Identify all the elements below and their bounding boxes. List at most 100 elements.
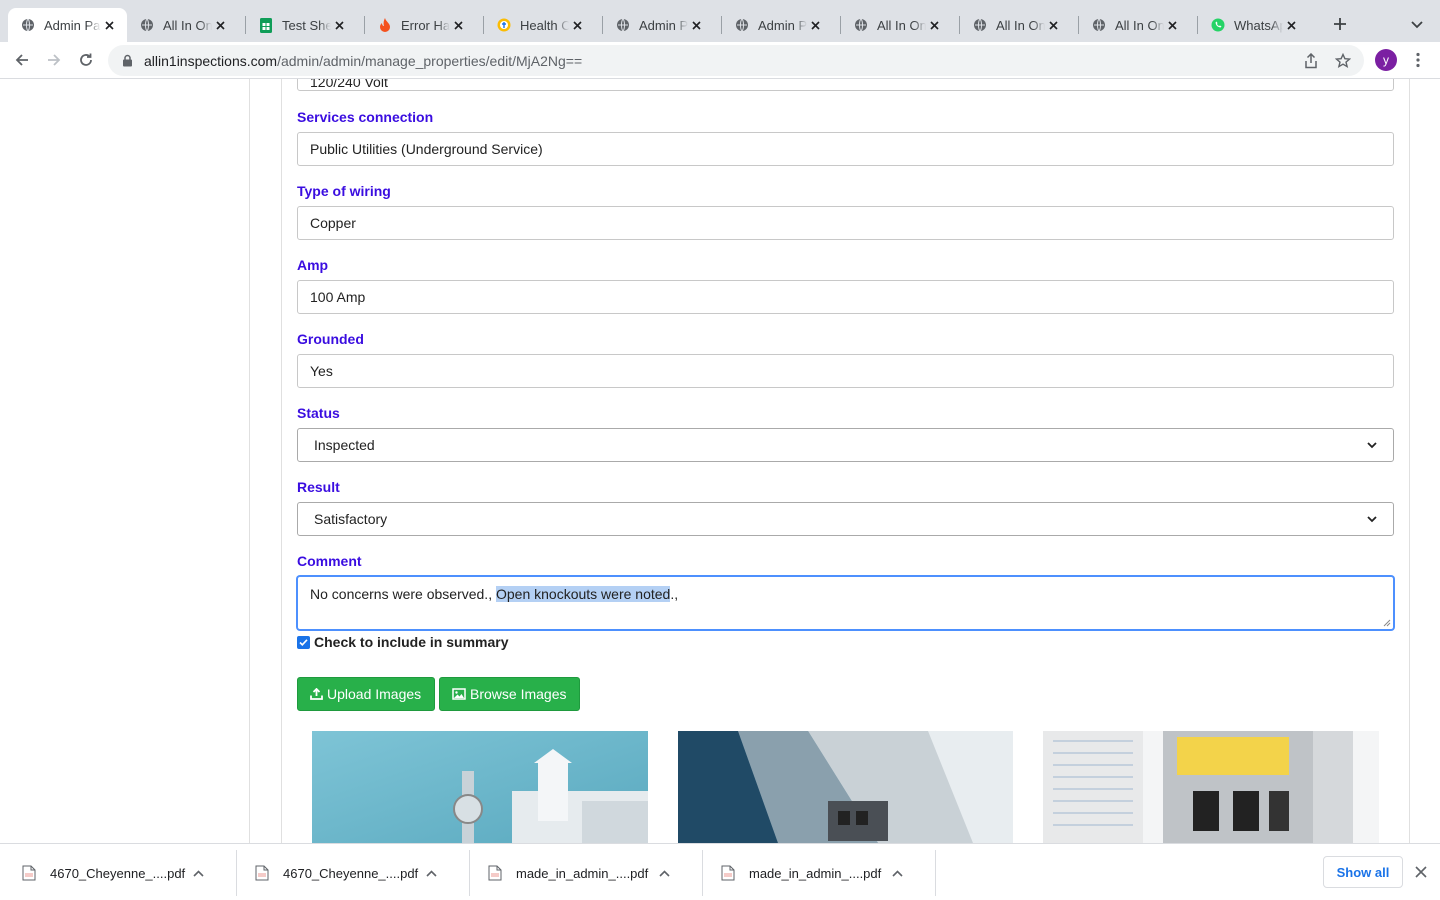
browser-tab[interactable]: Error Han xyxy=(365,8,476,42)
fire-icon xyxy=(377,17,393,33)
whatsapp-icon xyxy=(1210,17,1226,33)
tab-title: All In One xyxy=(1115,17,1164,33)
more-menu-icon[interactable] xyxy=(1408,49,1428,71)
voltage-value: 120/240 Volt xyxy=(310,79,388,90)
chevron-up-icon[interactable] xyxy=(889,865,905,881)
address-bar[interactable]: allin1inspections.com/admin/admin/manage… xyxy=(108,45,1364,76)
close-tab-icon[interactable] xyxy=(1283,17,1299,33)
type-of-wiring-label: Type of wiring xyxy=(297,183,391,199)
inspection-photo-thumbnail[interactable] xyxy=(1043,731,1379,843)
browser-tab[interactable]: Admin Pa xyxy=(8,8,127,42)
close-tab-icon[interactable] xyxy=(331,17,347,33)
download-filename: made_in_admin_....pdf xyxy=(516,865,649,881)
chevron-down-icon xyxy=(1411,21,1423,29)
result-select[interactable]: Satisfactory xyxy=(297,502,1394,536)
browser-tab[interactable]: All In One xyxy=(960,8,1071,42)
close-icon[interactable] xyxy=(1412,863,1430,881)
lock-icon xyxy=(120,54,134,68)
tab-separator xyxy=(1078,16,1079,34)
forward-button[interactable] xyxy=(42,48,66,72)
tab-title: Error Han xyxy=(401,17,450,33)
checkmark-icon xyxy=(299,638,308,646)
tab-separator xyxy=(721,16,722,34)
resize-handle-icon[interactable] xyxy=(1383,619,1391,627)
share-icon[interactable] xyxy=(1300,50,1322,72)
browser-tab[interactable]: Admin Pa xyxy=(722,8,833,42)
admin-sidebar xyxy=(0,79,250,843)
reload-button[interactable] xyxy=(74,48,98,72)
services-connection-input[interactable]: Public Utilities (Underground Service) xyxy=(297,132,1394,166)
type-of-wiring-input[interactable]: Copper xyxy=(297,206,1394,240)
download-separator xyxy=(469,850,470,896)
close-tab-icon[interactable] xyxy=(926,17,942,33)
browser-tab[interactable]: Admin Pa xyxy=(603,8,714,42)
profile-avatar[interactable]: y xyxy=(1375,49,1397,71)
tab-title: Admin Pa xyxy=(639,17,688,33)
close-tab-icon[interactable] xyxy=(569,17,585,33)
tab-title: WhatsAp xyxy=(1234,17,1283,33)
download-item[interactable]: 4670_Cheyenne_....pdf xyxy=(255,852,439,894)
browser-tab[interactable]: WhatsAp xyxy=(1198,8,1309,42)
tab-title: All In One xyxy=(877,17,926,33)
voltage-input[interactable]: 120/240 Volt xyxy=(297,79,1394,91)
close-tab-icon[interactable] xyxy=(450,17,466,33)
close-tab-icon[interactable] xyxy=(688,17,704,33)
amp-label: Amp xyxy=(297,257,329,273)
bookmark-star-icon[interactable] xyxy=(1332,50,1354,72)
browser-tab[interactable]: Health Ca xyxy=(484,8,595,42)
include-summary-label: Check to include in summary xyxy=(314,634,509,650)
browse-images-button[interactable]: Browse Images xyxy=(439,677,580,711)
type-of-wiring-value: Copper xyxy=(310,215,356,231)
amp-value: 100 Amp xyxy=(310,289,366,305)
chevron-up-icon[interactable] xyxy=(190,865,206,881)
inspection-photo-thumbnail[interactable] xyxy=(312,731,648,843)
new-tab-button[interactable] xyxy=(1328,12,1352,36)
upload-images-button[interactable]: Upload Images xyxy=(297,677,435,711)
close-tab-icon[interactable] xyxy=(1045,17,1061,33)
download-item[interactable]: made_in_admin_....pdf xyxy=(488,852,672,894)
chevron-down-icon xyxy=(1367,516,1377,523)
reload-icon xyxy=(80,53,92,66)
tab-separator xyxy=(1197,16,1198,34)
chevron-up-icon[interactable] xyxy=(656,865,672,881)
inspection-photo-thumbnail[interactable] xyxy=(678,731,1013,843)
pdf-file-icon xyxy=(255,865,269,881)
tab-separator xyxy=(602,16,603,34)
tab-title: All In One xyxy=(163,17,212,33)
grounded-input[interactable]: Yes xyxy=(297,354,1394,388)
amp-input[interactable]: 100 Amp xyxy=(297,280,1394,314)
browser-tab[interactable]: All In One xyxy=(841,8,952,42)
arrow-left-icon xyxy=(15,54,28,66)
tab-title: Test Shee xyxy=(282,17,331,33)
browser-tab[interactable]: All In One xyxy=(1079,8,1190,42)
browser-tab[interactable]: All In One xyxy=(127,8,238,42)
download-separator xyxy=(935,850,936,896)
close-tab-icon[interactable] xyxy=(101,17,117,33)
tab-search-button[interactable] xyxy=(1406,14,1428,36)
tab-separator xyxy=(483,16,484,34)
services-connection-label: Services connection xyxy=(297,109,434,125)
chevron-up-icon[interactable] xyxy=(423,865,439,881)
download-item[interactable]: 4670_Cheyenne_....pdf xyxy=(22,852,206,894)
globe-icon xyxy=(734,17,750,33)
pdf-file-icon xyxy=(22,865,36,881)
close-tab-icon[interactable] xyxy=(212,17,228,33)
globe-icon xyxy=(615,17,631,33)
close-tab-icon[interactable] xyxy=(1164,17,1180,33)
grounded-value: Yes xyxy=(310,363,333,379)
back-button[interactable] xyxy=(10,48,34,72)
comment-textarea[interactable]: No concerns were observed., Open knockou… xyxy=(297,576,1394,630)
download-item[interactable]: made_in_admin_....pdf xyxy=(721,852,905,894)
browser-tab[interactable]: Test Shee xyxy=(246,8,357,42)
close-tab-icon[interactable] xyxy=(807,17,823,33)
show-all-button[interactable]: Show all xyxy=(1323,856,1403,888)
pdf-file-icon xyxy=(721,865,735,881)
tab-title: Admin Pa xyxy=(758,17,807,33)
services-connection-value: Public Utilities (Underground Service) xyxy=(310,141,543,157)
browser-toolbar: allin1inspections.com/admin/admin/manage… xyxy=(0,42,1440,79)
status-value: Inspected xyxy=(314,437,375,453)
status-select[interactable]: Inspected xyxy=(297,428,1394,462)
content-border-right xyxy=(1409,79,1410,843)
include-summary-checkbox[interactable] xyxy=(297,635,310,649)
globe-icon xyxy=(972,17,988,33)
